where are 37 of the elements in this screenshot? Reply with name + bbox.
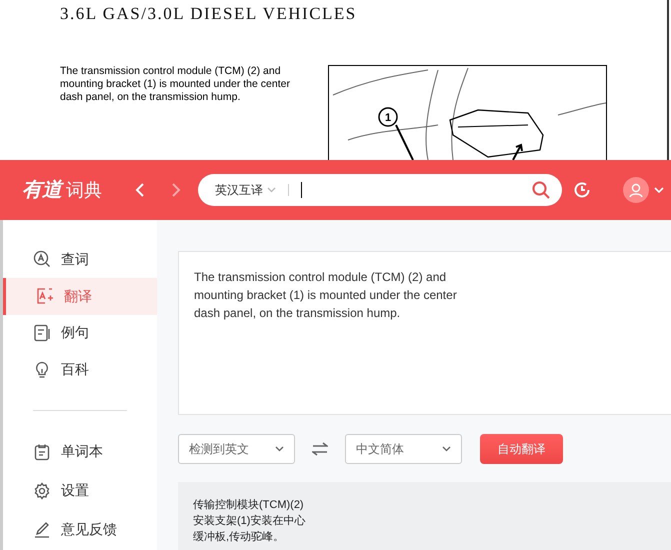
translation-line: 传输控制模块(TCM)(2) [193, 498, 304, 513]
source-text-field[interactable]: The transmission control module (TCM) (2) and mounting bracket (1) is mounted under the center dash panel, on the transmission hump. [178, 251, 671, 415]
settings-icon [33, 482, 51, 500]
translation-line: 安装支架(1)安装在中心 [193, 514, 306, 529]
logo-text: 词典 [66, 178, 102, 202]
lightbulb-icon [33, 360, 51, 379]
translate-icon [36, 287, 54, 306]
illustration-drawing: 1 [328, 65, 607, 160]
document-paragraph: The transmission control module (TCM) (2) and mounting bracket (1) is mounted under the center dash panel, on the transmission hump. [60, 65, 291, 104]
source-text: The transmission control module (TCM) (2) and mounting bracket (1) is mounted under the center dash panel, on the transmission hump. [194, 269, 458, 322]
search-icon[interactable] [532, 181, 550, 199]
target-language-select[interactable]: 中文简体 [345, 434, 462, 464]
sidebar-item[interactable]: 单词本 [3, 432, 157, 472]
chevron-down-icon [275, 446, 284, 452]
caret-icon[interactable] [654, 187, 664, 193]
chevron-right-icon [171, 183, 181, 197]
avatar-icon[interactable] [623, 177, 649, 203]
notebook-icon [33, 442, 51, 461]
chevron-down-icon [442, 446, 451, 452]
chevron-left-icon [135, 183, 145, 197]
document-title: 3.6L GAS/3.0L DIESEL VEHICLES [60, 3, 357, 25]
sidebar-item[interactable]: 查词 [3, 241, 157, 278]
logo: 有道 [22, 178, 62, 203]
search-bar[interactable]: 英汉互译 [198, 174, 562, 206]
source-language-select[interactable]: 检测到英文 [178, 434, 295, 464]
translation-line: 缓冲板,传动驼峰。 [193, 530, 284, 545]
sidebar-item[interactable]: 设置 [3, 470, 157, 511]
history-icon[interactable] [573, 181, 591, 199]
language-dropdown[interactable]: 英汉互译 [215, 181, 276, 199]
sidebar-item[interactable]: 例句 [3, 314, 157, 352]
swap-icon[interactable] [312, 442, 328, 456]
sidebar-item[interactable]: 百科 [3, 351, 157, 388]
chevron-down-icon [267, 187, 276, 193]
sidebar-item[interactable]: 意见反馈 [3, 510, 157, 550]
pencil-icon [33, 520, 51, 539]
document-icon [33, 324, 51, 342]
search-icon [33, 250, 51, 268]
